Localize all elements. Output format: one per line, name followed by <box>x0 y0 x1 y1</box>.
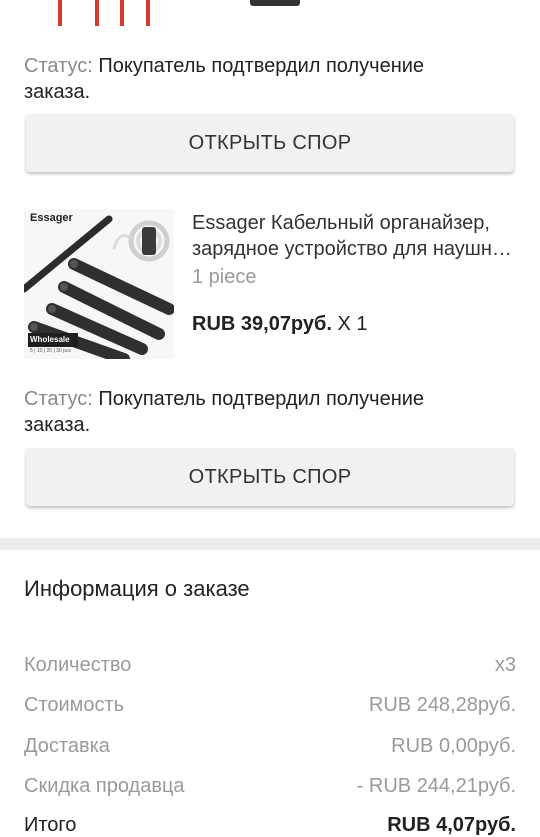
pack-sizes: 5 | 10 | 20 | 30 pcs <box>30 348 71 354</box>
open-dispute-button[interactable]: ОТКРЫТЬ СПОР <box>26 114 514 172</box>
row-value: RUB 0,00руб. <box>391 735 516 757</box>
row-value: RUB 248,28руб. <box>368 694 516 716</box>
row-label: Доставка <box>24 735 110 757</box>
open-dispute-button[interactable]: ОТКРЫТЬ СПОР <box>26 448 514 506</box>
order-item-status: Статус: Покупатель подтвердил получение … <box>24 386 494 438</box>
product-title[interactable]: Essager Кабельный органайзер, зарядное у… <box>192 210 517 262</box>
product-qty: X 1 <box>337 313 368 335</box>
product-image-fragment <box>58 0 62 26</box>
order-info-row: Доставка RUB 0,00руб. <box>24 735 516 758</box>
brand-logo: Essager <box>30 212 73 224</box>
product-variant: 1 piece <box>192 266 257 288</box>
status-label: Статус: <box>24 388 93 410</box>
row-value: - RUB 244,21руб. <box>356 775 516 797</box>
row-value: x3 <box>494 654 516 676</box>
title-fragment <box>250 0 300 6</box>
row-label: Стоимость <box>24 694 125 716</box>
previous-product-fragment <box>0 0 540 30</box>
row-label: Скидка продавца <box>24 775 185 797</box>
order-info-row: Скидка продавца - RUB 244,21руб. <box>24 775 516 798</box>
product-image-fragment <box>146 0 150 26</box>
order-info-row: Стоимость RUB 248,28руб. <box>24 694 516 717</box>
product-price: RUB 39,07руб. <box>192 313 332 335</box>
order-info-title: Информация о заказе <box>24 576 250 601</box>
product-title-line: Essager Кабельный органайзер, <box>192 212 490 234</box>
product-thumbnail[interactable]: Essager Wholesale 5 | 10 | 20 | 30 pcs <box>24 209 174 359</box>
product-price-qty: RUB 39,07руб. X 1 <box>192 313 368 336</box>
total-value: RUB 4,07руб. <box>387 814 516 836</box>
wholesale-badge: Wholesale <box>30 335 70 344</box>
row-label: Количество <box>24 654 132 676</box>
order-total-row: Итого RUB 4,07руб. <box>24 814 516 837</box>
row-label: Итого <box>24 814 77 836</box>
order-info-row: Количество x3 <box>24 654 516 677</box>
product-image-fragment <box>95 0 99 26</box>
status-label: Статус: <box>24 55 93 77</box>
product-image-fragment <box>120 0 124 26</box>
order-item-status: Статус: Покупатель подтвердил получение … <box>24 53 494 105</box>
section-divider <box>0 538 540 550</box>
product-title-line: зарядное устройство для наушник... <box>192 238 517 260</box>
